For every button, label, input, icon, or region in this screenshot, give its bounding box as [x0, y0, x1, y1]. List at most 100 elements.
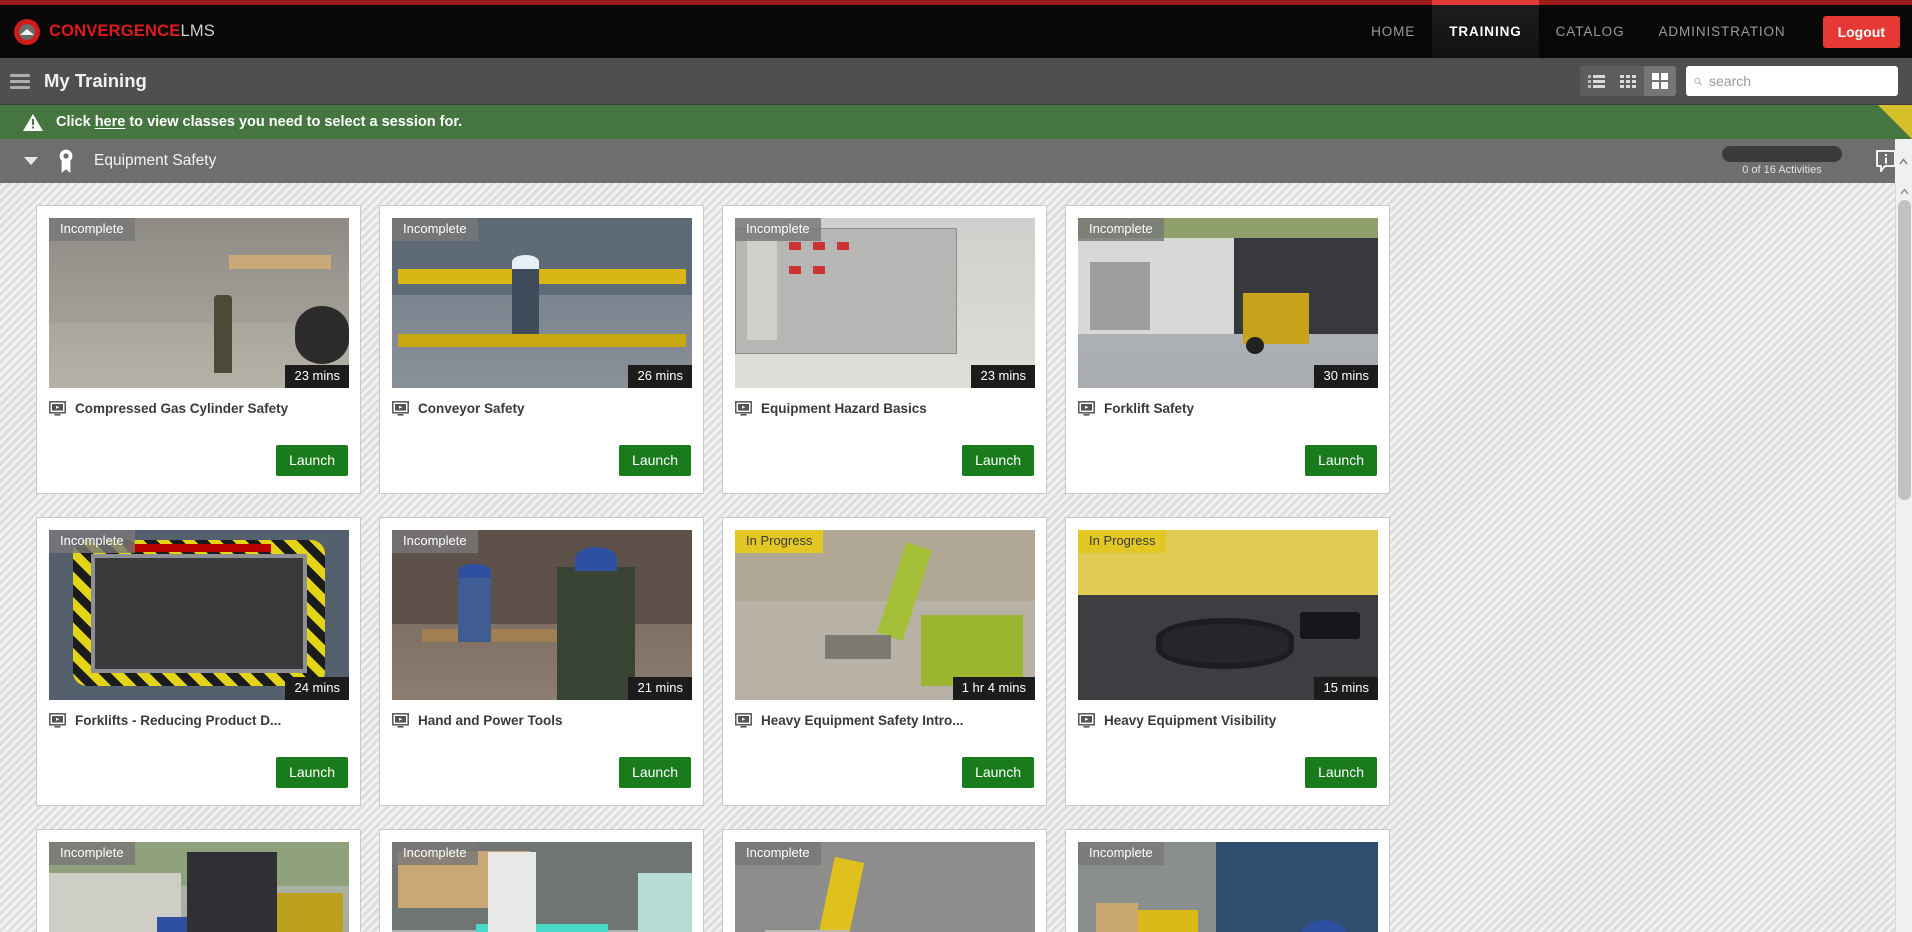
- search-input[interactable]: [1709, 73, 1890, 89]
- status-badge: Incomplete: [392, 218, 478, 242]
- list-view-button[interactable]: [1580, 66, 1612, 96]
- top-navigation-bar: CONVERGENCELMS HOME TRAINING CATALOG ADM…: [0, 0, 1912, 58]
- training-card[interactable]: Incomplete 24 mins Hydraulic Fluid Safet…: [36, 829, 361, 932]
- nav-item-training[interactable]: TRAINING: [1432, 0, 1540, 58]
- main-nav: HOME TRAINING CATALOG ADMINISTRATION: [1354, 0, 1802, 58]
- search-box[interactable]: [1686, 66, 1898, 96]
- launch-button[interactable]: Launch: [276, 757, 348, 788]
- status-badge: Incomplete: [49, 218, 135, 242]
- chevron-up-icon: [1899, 188, 1909, 195]
- card-title: Forklift Safety: [1104, 401, 1195, 416]
- training-card[interactable]: In Progress 1 hr 4 mins Heavy Equipment …: [722, 517, 1047, 806]
- compact-grid-icon: [1620, 75, 1636, 88]
- list-view-icon: [1587, 75, 1605, 88]
- duration-badge: 24 mins: [285, 676, 349, 700]
- card-title: Compressed Gas Cylinder Safety: [75, 401, 289, 416]
- card-thumbnail[interactable]: Incomplete 26 mins: [392, 218, 692, 388]
- award-ribbon-icon: [59, 149, 73, 173]
- brand-logo[interactable]: CONVERGENCELMS: [14, 5, 215, 58]
- menu-hamburger-icon[interactable]: [10, 71, 30, 92]
- status-badge: Incomplete: [735, 842, 821, 866]
- card-thumbnail[interactable]: In Progress 1 hr 4 mins: [735, 530, 1035, 700]
- training-card[interactable]: In Progress 15 mins Heavy Equipment Visi…: [1065, 517, 1390, 806]
- video-monitor-icon: [392, 713, 409, 728]
- card-title-row: Hand and Power Tools: [392, 713, 691, 728]
- duration-badge: 21 mins: [628, 676, 692, 700]
- duration-badge: 30 mins: [1314, 364, 1378, 388]
- status-badge: Incomplete: [49, 842, 135, 866]
- training-card[interactable]: Incomplete: [1065, 829, 1390, 932]
- duration-badge: 1 hr 4 mins: [952, 676, 1035, 700]
- duration-badge: 15 mins: [1314, 676, 1378, 700]
- duration-badge: 26 mins: [628, 364, 692, 388]
- large-grid-icon: [1652, 73, 1668, 89]
- brand-name: CONVERGENCELMS: [49, 22, 216, 40]
- card-title-row: Forklift Safety: [1078, 401, 1377, 416]
- card-title-row: Compressed Gas Cylinder Safety: [49, 401, 348, 416]
- card-thumbnail[interactable]: Incomplete: [1078, 842, 1378, 932]
- status-badge: Incomplete: [1078, 218, 1164, 242]
- card-title-row: Heavy Equipment Safety Intro...: [735, 713, 1034, 728]
- training-card[interactable]: Incomplete 24 mins Forklifts - Reducing …: [36, 517, 361, 806]
- banner-here-link[interactable]: here: [95, 114, 126, 130]
- training-card[interactable]: Incomplete 26 mins Conveyor Safety Launc…: [379, 205, 704, 494]
- card-thumbnail[interactable]: Incomplete 24 mins: [49, 530, 349, 700]
- card-thumbnail[interactable]: Incomplete 23 mins: [735, 218, 1035, 388]
- video-monitor-icon: [735, 713, 752, 728]
- group-progress: 0 of 16 Activities: [1722, 146, 1842, 176]
- nav-item-administration[interactable]: ADMINISTRATION: [1641, 5, 1802, 58]
- banner-text: Click here to view classes you need to s…: [56, 114, 463, 130]
- view-mode-toggle-group: [1580, 66, 1676, 96]
- video-monitor-icon: [49, 401, 66, 416]
- progress-label: 0 of 16 Activities: [1742, 164, 1822, 176]
- training-card[interactable]: Incomplete 30 mins Forklift Safety Launc…: [1065, 205, 1390, 494]
- card-title-row: Equipment Hazard Basics: [735, 401, 1034, 416]
- launch-button[interactable]: Launch: [1305, 757, 1377, 788]
- session-selection-banner[interactable]: Click here to view classes you need to s…: [0, 105, 1912, 139]
- chevron-down-icon[interactable]: [24, 157, 38, 165]
- launch-button[interactable]: Launch: [962, 757, 1034, 788]
- launch-button[interactable]: Launch: [276, 445, 348, 476]
- card-thumbnail[interactable]: Incomplete 23 mins: [49, 218, 349, 388]
- card-thumbnail[interactable]: In Progress 15 mins: [1078, 530, 1378, 700]
- scrollbar-thumb[interactable]: [1898, 200, 1911, 500]
- video-monitor-icon: [49, 713, 66, 728]
- progress-bar: [1722, 146, 1842, 162]
- group-header-equipment-safety: Equipment Safety 0 of 16 Activities: [0, 139, 1912, 183]
- card-thumbnail[interactable]: Incomplete 21 mins: [392, 530, 692, 700]
- card-thumbnail[interactable]: Incomplete Specular Reflection 16 mins: [392, 842, 692, 932]
- compact-grid-view-button[interactable]: [1612, 66, 1644, 96]
- launch-button[interactable]: Launch: [619, 757, 691, 788]
- status-badge: Incomplete: [735, 218, 821, 242]
- status-badge: Incomplete: [392, 842, 478, 866]
- card-title: Hand and Power Tools: [418, 713, 563, 728]
- training-card[interactable]: Incomplete Specular Reflection 16 mins L…: [379, 829, 704, 932]
- card-title: Heavy Equipment Visibility: [1104, 713, 1277, 728]
- logout-button[interactable]: Logout: [1822, 15, 1900, 48]
- training-card[interactable]: Incomplete: [722, 829, 1047, 932]
- launch-button[interactable]: Launch: [962, 445, 1034, 476]
- card-title: Conveyor Safety: [418, 401, 525, 416]
- nav-item-home[interactable]: HOME: [1354, 5, 1432, 58]
- training-card[interactable]: Incomplete 23 mins Equipment Hazard Basi…: [722, 205, 1047, 494]
- training-card[interactable]: Incomplete 21 mins Hand and Power Tools …: [379, 517, 704, 806]
- large-grid-view-button[interactable]: [1644, 66, 1676, 96]
- card-thumbnail[interactable]: Incomplete 30 mins: [1078, 218, 1378, 388]
- status-badge: In Progress: [735, 530, 824, 554]
- card-title-row: Heavy Equipment Visibility: [1078, 713, 1377, 728]
- card-thumbnail[interactable]: Incomplete 24 mins: [49, 842, 349, 932]
- chevron-up-icon: [1899, 157, 1908, 164]
- convergence-logo-icon: [14, 18, 40, 45]
- launch-button[interactable]: Launch: [1305, 445, 1377, 476]
- training-card[interactable]: Incomplete 23 mins Compressed Gas Cylind…: [36, 205, 361, 494]
- card-thumbnail[interactable]: Incomplete: [735, 842, 1035, 932]
- nav-item-catalog[interactable]: CATALOG: [1539, 5, 1642, 58]
- scroll-up-arrow[interactable]: [1895, 139, 1912, 183]
- scroll-up-button[interactable]: [1896, 183, 1912, 200]
- launch-button[interactable]: Launch: [619, 445, 691, 476]
- page-title: My Training: [44, 70, 147, 91]
- status-badge: In Progress: [1078, 530, 1167, 554]
- video-monitor-icon: [392, 401, 409, 416]
- info-tooltip-icon[interactable]: [1876, 150, 1896, 172]
- content-scrollbar[interactable]: [1895, 183, 1912, 932]
